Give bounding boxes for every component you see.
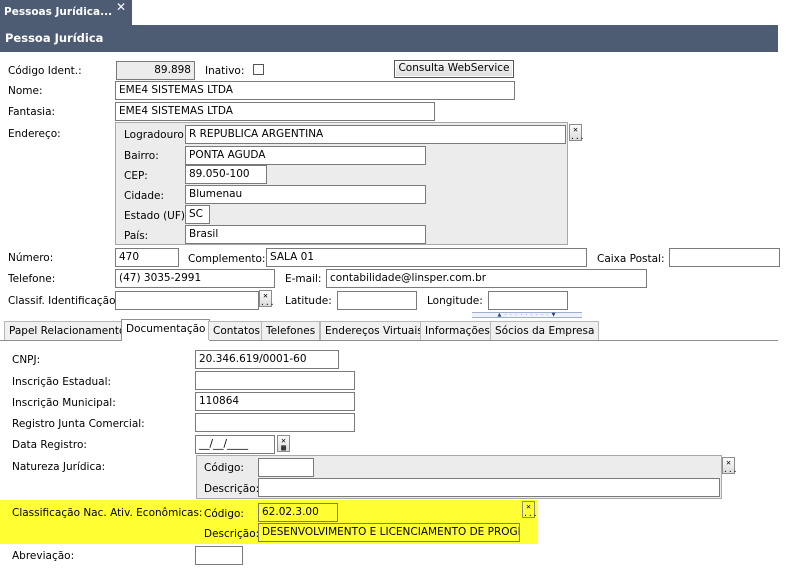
registro-junta-label: Registro Junta Comercial: xyxy=(12,418,145,430)
estado-label: Estado (UF): xyxy=(124,210,189,222)
pais-field[interactable]: Brasil xyxy=(185,225,426,244)
abreviacao-label: Abreviação: xyxy=(12,550,75,562)
tab-telefones[interactable]: Telefones xyxy=(261,321,321,340)
nome-field[interactable]: EME4 SISTEMAS LTDA xyxy=(115,81,515,100)
numero-label: Número: xyxy=(8,252,54,264)
complemento-label: Complemento: xyxy=(188,253,266,265)
nome-label: Nome: xyxy=(8,85,43,97)
nat-descricao-field[interactable] xyxy=(258,478,720,497)
page-title: Pessoa Jurídica xyxy=(5,31,104,45)
latitude-label: Latitude: xyxy=(285,295,332,307)
registro-junta-field[interactable] xyxy=(195,413,355,432)
codigo-label: Código Ident.: xyxy=(8,65,82,77)
header-bar: Pessoa Jurídica xyxy=(0,25,778,52)
caixa-postal-field[interactable] xyxy=(669,248,780,267)
logradouro-label: Logradouro: xyxy=(124,129,188,141)
tab-socios-empresa[interactable]: Sócios da Empresa xyxy=(490,321,600,340)
nat-codigo-label: Código: xyxy=(204,462,244,474)
endereco-label: Endereço: xyxy=(8,128,61,140)
cep-label: CEP: xyxy=(124,170,148,182)
estado-field[interactable]: SC xyxy=(185,205,210,224)
telefone-field[interactable]: (47) 3035-2991 xyxy=(115,269,275,288)
inscricao-estadual-label: Inscrição Estadual: xyxy=(12,376,112,388)
cep-field[interactable]: 89.050-100 xyxy=(185,165,267,184)
inscricao-estadual-field[interactable] xyxy=(195,371,355,390)
pais-label: País: xyxy=(124,230,149,242)
window-tab[interactable]: Pessoas Jurídica... ✕ xyxy=(0,0,132,25)
inativo-checkbox[interactable] xyxy=(253,64,264,75)
cnpj-label: CNPJ: xyxy=(12,354,41,366)
nat-codigo-field[interactable] xyxy=(258,458,314,477)
tab-strip-line xyxy=(0,340,778,341)
fantasia-field[interactable]: EME4 SISTEMAS LTDA xyxy=(115,102,435,121)
telefone-label: Telefone: xyxy=(8,273,56,285)
nat-descricao-label: Descrição: xyxy=(204,483,260,495)
data-registro-label: Data Registro: xyxy=(12,439,87,451)
complemento-field[interactable]: SALA 01 xyxy=(266,248,587,267)
abreviacao-field[interactable] xyxy=(195,546,243,565)
inativo-label: Inativo: xyxy=(205,65,245,77)
codigo-field[interactable]: 89.898 xyxy=(116,61,195,80)
natureza-lookup-button[interactable]: ✕... xyxy=(722,457,737,474)
inscricao-municipal-field[interactable]: 110864 xyxy=(195,392,355,411)
cnae-lookup-button[interactable]: ✕... xyxy=(522,501,537,518)
longitude-field[interactable] xyxy=(488,291,568,310)
natureza-juridica-label: Natureza Jurídica: xyxy=(12,461,106,473)
cnpj-field[interactable]: 20.346.619/0001-60 xyxy=(195,350,339,369)
fantasia-label: Fantasia: xyxy=(8,106,56,118)
bairro-label: Bairro: xyxy=(124,150,159,162)
logradouro-field[interactable]: R REPUBLICA ARGENTINA xyxy=(185,125,566,144)
classif-lookup-button[interactable]: ✕... xyxy=(259,290,274,307)
cidade-field[interactable]: Blumenau xyxy=(185,185,426,204)
close-icon[interactable]: ✕ xyxy=(116,0,126,14)
classif-field[interactable] xyxy=(115,291,259,310)
cnae-descricao-label: Descrição: xyxy=(204,528,260,540)
data-registro-field[interactable]: __/__/____ xyxy=(195,435,275,454)
cnae-label: Classificação Nac. Ativ. Econômicas: xyxy=(12,507,203,519)
splitter-handle[interactable]: ▲ · · · · · · · · · ▼ xyxy=(472,312,582,318)
calendar-icon[interactable]: ✕ ▦ xyxy=(277,435,290,452)
latitude-field[interactable] xyxy=(337,291,417,310)
numero-field[interactable]: 470 xyxy=(115,248,179,267)
tab-enderecos-virtuais[interactable]: Endereços Virtuais xyxy=(320,321,428,340)
tab-contatos[interactable]: Contatos xyxy=(208,321,265,340)
cnae-codigo-field[interactable]: 62.02.3.00 xyxy=(258,503,338,522)
inscricao-municipal-label: Inscrição Municipal: xyxy=(12,397,116,409)
email-label: E-mail: xyxy=(285,273,322,285)
cnae-codigo-label: Código: xyxy=(204,508,244,520)
cidade-label: Cidade: xyxy=(124,190,165,202)
endereco-lookup-button[interactable]: ✕... xyxy=(569,124,584,141)
email-field[interactable]: contabilidade@linsper.com.br xyxy=(326,269,647,288)
window-tab-title: Pessoas Jurídica... xyxy=(4,6,113,18)
tab-papel-relacionamento[interactable]: Papel Relacionamento xyxy=(4,321,131,340)
classif-label: Classif. Identificação: xyxy=(8,295,120,307)
tab-documentacao[interactable]: Documentação xyxy=(121,319,211,341)
tab-active-gap xyxy=(122,339,208,342)
cnae-descricao-field[interactable]: DESENVOLVIMENTO E LICENCIAMENTO DE PROGR… xyxy=(258,523,520,542)
tab-informacoes[interactable]: Informações xyxy=(420,321,495,340)
caixa-postal-label: Caixa Postal: xyxy=(597,253,665,265)
bairro-field[interactable]: PONTA AGUDA xyxy=(185,146,426,165)
longitude-label: Longitude: xyxy=(427,295,483,307)
consulta-webservice-button[interactable]: Consulta WebService xyxy=(394,60,514,78)
